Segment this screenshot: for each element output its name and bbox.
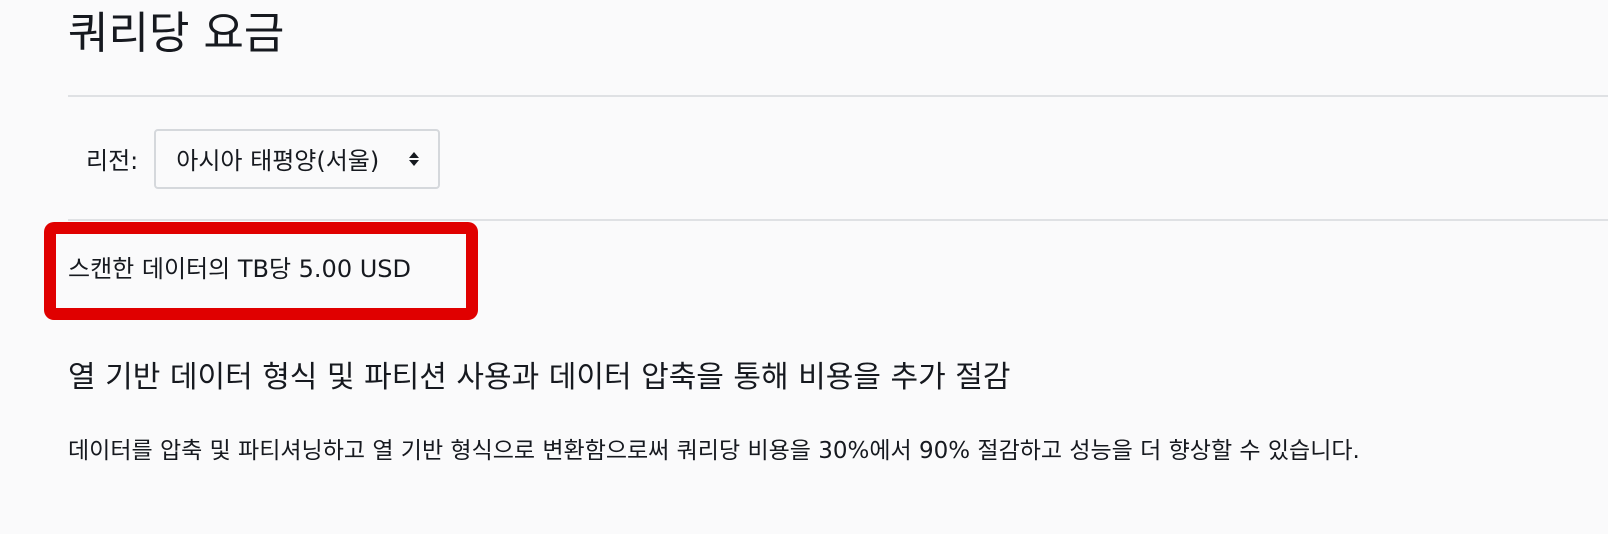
- price-per-tb-text: 스캔한 데이터의 TB당 5.00 USD: [68, 255, 411, 283]
- header-divider: [68, 95, 1608, 97]
- sort-arrows-icon: [408, 151, 420, 166]
- section-divider: [68, 219, 1608, 221]
- region-label: 리전:: [86, 147, 139, 175]
- region-select[interactable]: 아시아 태평양(서울): [154, 128, 441, 189]
- savings-heading: 열 기반 데이터 형식 및 파티션 사용과 데이터 압축을 통해 비용을 추가 …: [68, 360, 1011, 395]
- region-select-value: 아시아 태평양(서울): [176, 147, 380, 175]
- savings-description: 데이터를 압축 및 파티셔닝하고 열 기반 형식으로 변환함으로써 쿼리당 비용…: [68, 438, 1360, 464]
- page-title: 쿼리당 요금: [68, 8, 285, 59]
- region-selector-row: 리전: 아시아 태평양(서울): [86, 127, 441, 190]
